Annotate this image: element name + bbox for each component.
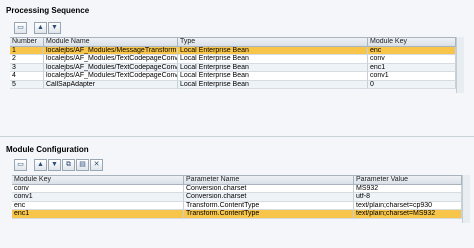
row-module-key[interactable]: enc [12,201,184,210]
row-type[interactable]: Local Enterprise Bean [178,72,368,81]
table-row[interactable]: 3 localejbs/AF_Modules/TextCodepageConve… [10,63,456,72]
row-parameter-value[interactable]: text/plain;charset=MS932 [354,210,462,219]
arrow-down-icon[interactable]: ▼ [48,21,61,34]
processing-sequence-title: Processing Sequence [6,6,90,15]
paste-icon[interactable]: ▤ [76,158,89,171]
module-configuration-scrollbar[interactable] [462,175,470,223]
table-row[interactable]: 2 localejbs/AF_Modules/TextCodepageConve… [10,55,456,64]
row-type[interactable]: Local Enterprise Bean [178,55,368,64]
processing-sequence-toolbar: ▭ ▲ ▼ [14,21,61,34]
row-module-key[interactable]: enc [368,46,456,55]
module-configuration-table: Module Key Parameter Name Parameter Valu… [12,175,462,219]
row-type[interactable]: Local Enterprise Bean [178,46,368,55]
column-header-number[interactable]: Number [10,38,44,47]
column-header-parameter-value[interactable]: Parameter Value [354,176,462,185]
column-header-parameter-name[interactable]: Parameter Name [184,176,354,185]
insert-row-icon[interactable]: ▭ [14,21,27,34]
row-module-name[interactable]: CallSapAdapter [44,80,178,89]
processing-sequence-table: Number Module Name Type Module Key 1 loc… [10,37,456,89]
row-module-key[interactable]: conv [368,55,456,64]
row-type[interactable]: Local Enterprise Bean [178,63,368,72]
row-parameter-value[interactable]: MS932 [354,184,462,193]
table-row[interactable]: 1 localejbs/AF_Modules/MessageTransformB… [10,46,456,55]
row-module-name[interactable]: localejbs/AF_Modules/TextCodepageConvers… [44,55,178,64]
column-header-module-key[interactable]: Module Key [368,38,456,47]
table-row[interactable]: conv1 Conversion.charset utf-8 [12,193,462,202]
section-divider [0,136,474,137]
column-header-module-name[interactable]: Module Name [44,38,178,47]
table-row[interactable]: 5 CallSapAdapter Local Enterprise Bean 0 [10,80,456,89]
insert-row-icon[interactable]: ▭ [14,158,27,171]
row-module-key[interactable]: 0 [368,80,456,89]
table-row[interactable]: conv Conversion.charset MS932 [12,184,462,193]
table-header: Number Module Name Type Module Key [10,38,456,47]
arrow-up-icon[interactable]: ▲ [34,158,47,171]
table-row[interactable]: enc1 Transform.ContentType text/plain;ch… [12,210,462,219]
row-module-key[interactable]: enc1 [368,63,456,72]
row-parameter-name[interactable]: Conversion.charset [184,193,354,202]
row-type[interactable]: Local Enterprise Bean [178,80,368,89]
delete-icon[interactable]: ✕ [90,158,103,171]
column-header-type[interactable]: Type [178,38,368,47]
module-configuration-title: Module Configuration [6,145,89,154]
row-module-name[interactable]: localejbs/AF_Modules/TextCodepageConvers… [44,63,178,72]
row-parameter-value[interactable]: utf-8 [354,193,462,202]
table-header: Module Key Parameter Name Parameter Valu… [12,176,462,185]
row-module-key[interactable]: conv1 [12,193,184,202]
row-number: 4 [10,72,44,81]
column-header-module-key[interactable]: Module Key [12,176,184,185]
row-number: 2 [10,55,44,64]
row-number: 3 [10,63,44,72]
row-parameter-name[interactable]: Transform.ContentType [184,201,354,210]
row-number: 5 [10,80,44,89]
row-parameter-name[interactable]: Conversion.charset [184,184,354,193]
table-row[interactable]: 4 localejbs/AF_Modules/TextCodepageConve… [10,72,456,81]
row-parameter-name[interactable]: Transform.ContentType [184,210,354,219]
row-module-key[interactable]: conv1 [368,72,456,81]
copy-icon[interactable]: ⧉ [62,158,75,171]
row-parameter-value[interactable]: text/plain;charset=cp930 [354,201,462,210]
arrow-up-icon[interactable]: ▲ [34,21,47,34]
arrow-down-icon[interactable]: ▼ [48,158,61,171]
row-module-name[interactable]: localejbs/AF_Modules/MessageTransformBea… [44,46,178,55]
row-module-name[interactable]: localejbs/AF_Modules/TextCodepageConvers… [44,72,178,81]
module-configuration-toolbar: ▭ ▲ ▼ ⧉ ▤ ✕ [14,158,103,171]
processing-sequence-scrollbar[interactable] [456,37,464,93]
row-module-key[interactable]: enc1 [12,210,184,219]
row-module-key[interactable]: conv [12,184,184,193]
table-row[interactable]: enc Transform.ContentType text/plain;cha… [12,201,462,210]
row-number: 1 [10,46,44,55]
